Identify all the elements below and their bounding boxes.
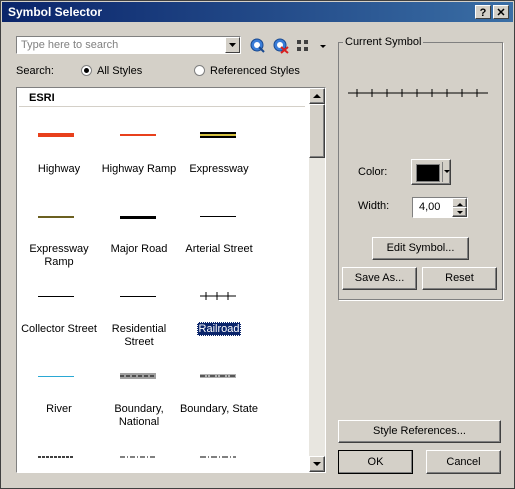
expressway-ramp-symbol[interactable] xyxy=(38,213,78,221)
symbol-label-expressway[interactable]: Expressway xyxy=(177,163,261,176)
save-as-button[interactable]: Save As... xyxy=(342,267,417,290)
arterial-street-symbol[interactable] xyxy=(200,213,240,221)
symbol-label-expressway-ramp[interactable]: Expressway Ramp xyxy=(17,243,101,269)
major-road-symbol[interactable] xyxy=(120,213,160,221)
color-picker-button[interactable] xyxy=(411,159,451,185)
scroll-down-button[interactable] xyxy=(309,456,325,472)
edit-symbol-button[interactable]: Edit Symbol... xyxy=(372,237,469,260)
highway-ramp-symbol[interactable] xyxy=(120,131,160,139)
search-placeholder: Type here to search xyxy=(21,39,119,51)
symbol-label-highway[interactable]: Highway xyxy=(17,163,101,176)
symbol-label-highway-ramp[interactable]: Highway Ramp xyxy=(97,163,181,176)
width-spinner[interactable]: 4,00 xyxy=(412,197,468,218)
scroll-up-button[interactable] xyxy=(309,88,325,104)
all-styles-radio[interactable] xyxy=(81,65,92,76)
symbol-label-railroad[interactable]: Railroad xyxy=(177,322,261,336)
highway-symbol[interactable] xyxy=(38,131,78,139)
reset-button[interactable]: Reset xyxy=(422,267,497,290)
width-decrement-button[interactable] xyxy=(452,207,467,217)
railroad-symbol[interactable] xyxy=(200,290,240,302)
width-value[interactable]: 4,00 xyxy=(419,201,440,213)
boundary-symbol[interactable] xyxy=(120,453,160,461)
width-label: Width: xyxy=(358,200,390,212)
cancel-button[interactable]: Cancel xyxy=(426,450,501,474)
symbol-selector-dialog: Symbol Selector ? ✕ Type here to search … xyxy=(0,0,515,489)
window-title: Symbol Selector xyxy=(8,5,103,19)
boundary-national-symbol[interactable] xyxy=(120,372,160,380)
style-references-button[interactable]: Style References... xyxy=(338,420,501,443)
current-symbol-label: Current Symbol xyxy=(343,36,424,48)
search-icon[interactable] xyxy=(250,38,266,54)
gallery-group-header: ESRI xyxy=(19,90,305,107)
group-header-label: ESRI xyxy=(29,92,55,104)
expressway-symbol[interactable] xyxy=(200,131,240,139)
help-button[interactable]: ? xyxy=(475,5,491,19)
chevron-down-icon xyxy=(444,170,450,173)
symbol-label-residential-street[interactable]: Residential Street xyxy=(97,323,181,349)
river-symbol[interactable] xyxy=(38,373,78,381)
symbol-label-collector-street[interactable]: Collector Street xyxy=(17,323,101,336)
clear-search-icon[interactable] xyxy=(273,38,289,54)
boundary-state-symbol[interactable] xyxy=(200,372,240,380)
selected-symbol-label[interactable]: Railroad xyxy=(196,322,242,336)
current-symbol-preview xyxy=(348,89,488,97)
symbol-label-boundary-national[interactable]: Boundary, National xyxy=(97,403,181,429)
referenced-styles-label[interactable]: Referenced Styles xyxy=(210,65,300,77)
symbol-gallery: ESRI Highway Highway Ramp Expressway Exp… xyxy=(16,87,326,473)
boundary-symbol[interactable] xyxy=(200,453,240,461)
boundary-symbol[interactable] xyxy=(38,453,78,461)
color-swatch xyxy=(416,164,440,182)
scroll-thumb[interactable] xyxy=(309,104,325,158)
color-label: Color: xyxy=(358,166,388,178)
all-styles-label[interactable]: All Styles xyxy=(97,65,142,77)
ok-button[interactable]: OK xyxy=(338,450,413,474)
search-input[interactable]: Type here to search xyxy=(16,36,241,54)
symbol-label-major-road[interactable]: Major Road xyxy=(97,243,181,256)
close-button[interactable]: ✕ xyxy=(493,5,509,19)
title-bar: Symbol Selector ? ✕ xyxy=(2,2,513,22)
search-scope-label: Search: xyxy=(16,65,54,77)
arrow-up-icon xyxy=(313,94,321,98)
gallery-scrollbar[interactable] xyxy=(309,88,325,472)
residential-street-symbol[interactable] xyxy=(120,293,160,301)
referenced-styles-radio[interactable] xyxy=(194,65,205,76)
symbol-label-river[interactable]: River xyxy=(17,403,101,416)
arrow-down-icon xyxy=(457,211,463,214)
symbol-label-arterial-street[interactable]: Arterial Street xyxy=(177,243,261,256)
search-dropdown-button[interactable] xyxy=(225,37,240,53)
view-options-icon[interactable] xyxy=(296,38,326,54)
collector-street-symbol[interactable] xyxy=(38,293,78,301)
chevron-down-icon xyxy=(229,43,236,47)
arrow-down-icon xyxy=(313,462,321,466)
symbol-label-boundary-state[interactable]: Boundary, State xyxy=(177,403,261,416)
